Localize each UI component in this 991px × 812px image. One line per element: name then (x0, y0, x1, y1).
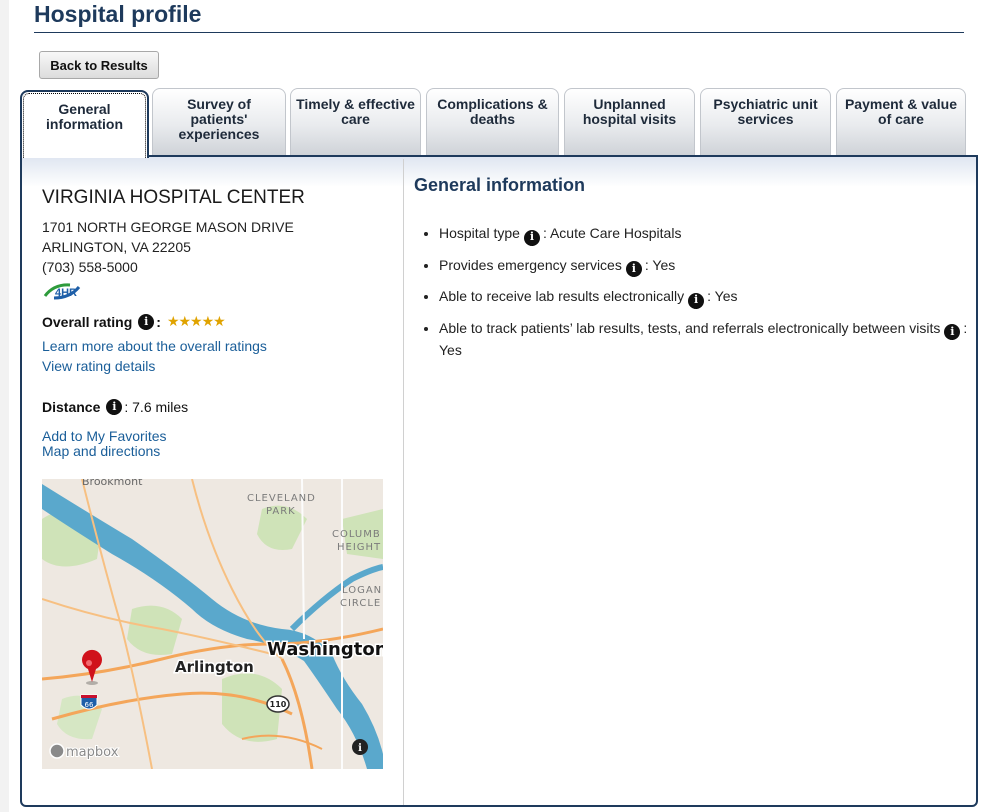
address-line2: ARLINGTON, VA 22205 (42, 239, 191, 255)
tab-timely-care[interactable]: Timely & effective care (290, 88, 421, 155)
list-item: Hospital typei: Acute Care Hospitals (439, 223, 969, 246)
info-icon[interactable]: i (523, 229, 540, 246)
page-title: Hospital profile (34, 0, 964, 33)
distance-label: Distance (42, 399, 101, 415)
svg-text:i: i (358, 743, 362, 754)
list-item: Able to track patients’ lab results, tes… (439, 318, 969, 361)
info-icon[interactable]: i (688, 292, 705, 309)
location-map[interactable]: 66 110 Brookmont CLEVELAND PARK COLUMB H… (42, 479, 383, 769)
phone-number: (703) 558-5000 (42, 259, 138, 275)
map-label: LOGAN (342, 585, 382, 596)
info-icon[interactable]: i (944, 324, 961, 340)
tab-label: Survey of patients' experiences (178, 96, 260, 142)
star-rating: ★★★★★ (166, 313, 226, 329)
map-info-icon[interactable]: i (352, 739, 368, 755)
address-line1: 1701 NORTH GEORGE MASON DRIVE (42, 219, 294, 235)
svg-text:4HR: 4HR (55, 287, 77, 299)
map-label: Washington (267, 639, 383, 660)
learn-more-ratings-link[interactable]: Learn more about the overall ratings (42, 338, 267, 354)
tab-label: Timely & effective care (296, 96, 415, 127)
info-icon[interactable]: i (138, 313, 155, 330)
tab-psychiatric[interactable]: Psychiatric unit services (700, 88, 831, 155)
info-icon[interactable]: i (625, 261, 642, 277)
overall-rating-label: Overall rating (42, 313, 133, 330)
four-h-badge-icon: 4HR (43, 283, 81, 300)
map-label: Arlington (175, 658, 254, 676)
mapbox-logo-icon[interactable]: mapbox (49, 743, 120, 761)
interstate-shield-icon: 66 (80, 694, 98, 710)
tab-label: Psychiatric unit services (713, 96, 818, 127)
svg-text:mapbox: mapbox (66, 745, 119, 760)
distance-value: : 7.6 miles (124, 399, 189, 415)
tab-unplanned-visits[interactable]: Unplanned hospital visits (564, 88, 695, 155)
list-item: Provides emergency servicesi: Yes (439, 255, 969, 277)
tab-general-information[interactable]: General information (20, 90, 149, 158)
list-item: Able to receive lab results electronical… (439, 286, 969, 309)
tab-label: Payment & value of care (844, 96, 958, 127)
svg-text:66: 66 (85, 701, 94, 709)
location-pin-icon[interactable] (82, 649, 102, 685)
column-divider (403, 159, 404, 805)
tab-payment[interactable]: Payment & value of care (836, 88, 966, 155)
general-info-list: Hospital typei: Acute Care Hospitals Pro… (414, 223, 969, 369)
tab-complications[interactable]: Complications & deaths (426, 88, 559, 155)
add-to-favorites-link[interactable]: Add to My Favorites (42, 428, 167, 444)
tab-label: Unplanned hospital visits (582, 96, 677, 127)
general-info-panel: VIRGINIA HOSPITAL CENTER 1701 NORTH GEOR… (20, 155, 978, 807)
hospital-name: VIRGINIA HOSPITAL CENTER (42, 187, 305, 208)
svg-text:110: 110 (270, 700, 287, 709)
map-label: Brookmont (82, 479, 143, 488)
page: Hospital profile Back to Results General… (9, 0, 991, 812)
overall-rating: Overall rating i: ★★★★★ (42, 313, 226, 330)
distance-row: Distance i : 7.6 miles (42, 399, 188, 415)
map-label: COLUMB (332, 529, 381, 540)
info-icon[interactable]: i (106, 399, 123, 415)
route-shield-icon: 110 (266, 695, 290, 713)
section-title: General information (414, 175, 586, 195)
tab-survey[interactable]: Survey of patients' experiences (152, 88, 286, 155)
map-label: CIRCLE (340, 598, 381, 609)
map-label: HEIGHT (337, 542, 381, 553)
tab-label: Complications & deaths (437, 96, 548, 127)
back-to-results-button[interactable]: Back to Results (39, 51, 159, 79)
map-directions-link[interactable]: Map and directions (42, 443, 160, 459)
view-rating-details-link[interactable]: View rating details (42, 358, 155, 374)
map-label: PARK (266, 506, 296, 517)
map-label: CLEVELAND (247, 493, 316, 504)
